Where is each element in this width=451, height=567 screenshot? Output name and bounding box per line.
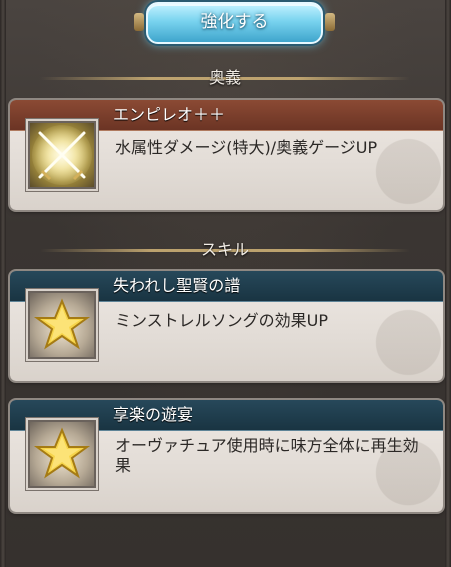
section-title-ougi: 奥義	[208, 68, 241, 87]
section-title-skill: スキル	[200, 240, 249, 259]
left-frame-edge	[0, 0, 6, 567]
crossed-swords-icon	[28, 121, 96, 189]
skill-description: オーヴァチュア使用時に味方全体に再生効果	[115, 436, 419, 475]
ougi-description: 水属性ダメージ(特大)/奥義ゲージUP	[115, 138, 378, 157]
ougi-card: エンピレオ＋＋ 水属性ダメージ(特大)/奥義ゲージUP	[10, 100, 443, 210]
star-icon	[28, 291, 96, 359]
skill-card: 享楽の遊宴 オーヴァチュア使用時に味方全体に再生効果	[10, 400, 443, 512]
skill-card: 失われし聖賢の譜 ミンストレルソングの効果UP	[10, 271, 443, 381]
enhance-button[interactable]: 強化する	[134, 2, 335, 44]
star-icon	[28, 420, 96, 488]
skill-description: ミンストレルソングの効果UP	[115, 311, 329, 330]
section-header-ougi: 奥義	[40, 64, 410, 92]
right-frame-edge	[445, 0, 451, 567]
section-header-skill: スキル	[40, 236, 410, 264]
